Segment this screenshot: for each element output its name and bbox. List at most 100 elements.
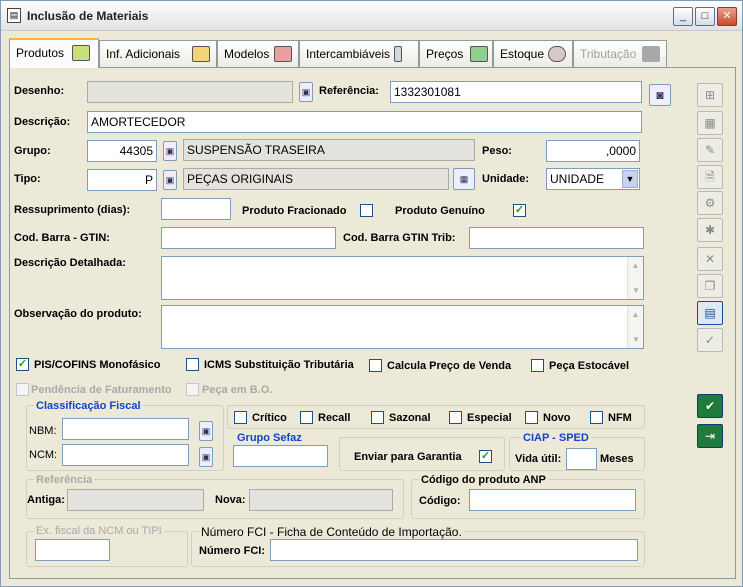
anp-title: Código do produto ANP [419,474,548,486]
pis-label: PIS/COFINS Monofásico [34,359,161,371]
window: ▤ Inclusão de Materiais _ □ ✕ Produtos I… [0,0,743,587]
save-icon[interactable]: ✔ [697,394,723,418]
grupo-code-field[interactable]: 44305 [87,140,157,162]
money-bag-icon [470,46,488,62]
tools-icon[interactable]: ✱ [697,218,723,242]
referencia-label: Referência: [319,85,379,97]
scroll-up-icon[interactable]: ▲ [628,257,643,274]
fracionado-checkbox[interactable] [360,204,373,217]
tab-precos[interactable]: Preços [419,40,493,67]
garantia-label: Enviar para Garantia [354,451,462,463]
desc-detalhada-memo[interactable]: ▲ ▼ [161,256,644,300]
scrollbar[interactable]: ▲ ▼ [627,257,643,299]
icms-label: ICMS Substituição Tributária [204,359,354,371]
insert-row-icon[interactable]: ⊞ [697,83,723,107]
maximize-button[interactable]: □ [695,7,715,26]
ex-fiscal-field[interactable] [35,539,110,561]
gtin-trib-field[interactable] [469,227,644,249]
desenho-field[interactable] [87,81,293,103]
estocavel-checkbox[interactable] [531,359,544,372]
delete-icon[interactable]: ✕ [697,247,723,271]
table-icon[interactable]: ▦ [453,168,475,190]
grupo-sefaz-title: Grupo Sefaz [237,432,302,444]
title-bar: ▤ Inclusão de Materiais _ □ ✕ [1,1,742,31]
nova-label: Nova: [215,494,246,506]
ncm-lookup-icon[interactable]: ▣ [199,447,213,467]
camera-icon[interactable]: ◙ [649,84,671,106]
scroll-up-icon[interactable]: ▲ [628,306,643,323]
genuino-checkbox[interactable]: ✓ [513,204,526,217]
grid-icon[interactable]: ▦ [697,111,723,135]
chevron-down-icon[interactable]: ▼ [622,170,638,188]
document-search-icon[interactable]: 🗎 [697,165,723,189]
exit-icon[interactable]: ⇥ [697,424,723,448]
tab-modelos[interactable]: Modelos [217,40,299,67]
nbm-label: NBM: [29,425,57,437]
anp-codigo-label: Código: [419,495,461,507]
observacao-label: Observação do produto: [14,308,142,320]
desc-detalhada-label: Descrição Detalhada: [14,257,126,269]
pis-checkbox[interactable]: ✓ [16,358,29,371]
sazonal-checkbox[interactable] [371,411,384,424]
gtin-field[interactable] [161,227,336,249]
descricao-label: Descrição: [14,116,71,128]
garantia-checkbox[interactable]: ✓ [479,450,492,463]
fci-label: Número FCI: [199,545,265,557]
vida-util-label: Vida útil: [515,453,562,465]
grupo-lookup-icon[interactable]: ▣ [163,141,177,161]
referencia-field[interactable]: 1332301081 [390,81,642,103]
vida-util-field[interactable] [566,448,597,470]
pencil-icon[interactable]: ✎ [697,138,723,162]
print-icon[interactable]: ▤ [697,301,723,325]
nfm-checkbox[interactable] [590,411,603,424]
unidade-select[interactable]: UNIDADE ▼ [546,168,640,190]
copy-icon[interactable]: ❐ [697,274,723,298]
tab-label: Preços [426,47,464,61]
genuino-label: Produto Genuíno [395,205,485,217]
tipo-code-field[interactable]: P [87,169,157,191]
ressuprimento-label: Ressuprimento (dias): [14,204,131,216]
ex-fiscal-title: Ex. fiscal da NCM ou TIPI [34,525,164,537]
unidade-label: Unidade: [482,173,530,185]
grupo-sefaz-field[interactable] [233,445,328,467]
calcula-checkbox[interactable] [369,359,382,372]
estocavel-label: Peça Estocável [549,360,630,372]
nbm-field[interactable] [62,418,189,440]
close-button[interactable]: ✕ [717,7,737,26]
minimize-button[interactable]: _ [673,7,693,26]
confirm-icon[interactable]: ✓ [697,328,723,352]
nova-field [249,489,393,511]
especial-checkbox[interactable] [449,411,462,424]
recall-checkbox[interactable] [300,411,313,424]
scrollbar[interactable]: ▲ ▼ [627,306,643,348]
anp-codigo-field[interactable] [469,489,636,511]
descricao-field[interactable]: AMORTECEDOR [87,111,642,133]
tab-label: Tributação [580,47,637,61]
ciap-title: CIAP - SPED [521,432,591,444]
scroll-down-icon[interactable]: ▼ [628,331,644,348]
novo-label: Novo [543,412,571,424]
observacao-memo[interactable]: ▲ ▼ [161,305,644,349]
tab-tributacao[interactable]: Tributação [573,40,667,67]
ncm-field[interactable] [62,444,189,466]
peso-label: Peso: [482,145,512,157]
icms-checkbox[interactable] [186,358,199,371]
critico-checkbox[interactable] [234,411,247,424]
swap-icon [394,46,402,62]
antiga-label: Antiga: [27,494,65,506]
tipo-lookup-icon[interactable]: ▣ [163,170,177,190]
fci-field[interactable] [270,539,638,561]
settings-icon[interactable]: ⚙ [697,191,723,215]
tab-inf-adicionais[interactable]: Inf. Adicionais [99,40,217,67]
scroll-down-icon[interactable]: ▼ [628,282,644,299]
tab-intercambiaveis[interactable]: Intercambiáveis [299,40,419,67]
novo-checkbox[interactable] [525,411,538,424]
ressuprimento-field[interactable] [161,198,231,220]
nbm-lookup-icon[interactable]: ▣ [199,421,213,441]
peso-field[interactable]: ,0000 [546,140,640,162]
tab-estoque[interactable]: Estoque [493,40,573,67]
flags-group [227,405,645,429]
desenho-lookup-icon[interactable]: ▣ [299,82,313,102]
tab-produtos[interactable]: Produtos [9,38,99,68]
pendencia-checkbox [16,383,29,396]
